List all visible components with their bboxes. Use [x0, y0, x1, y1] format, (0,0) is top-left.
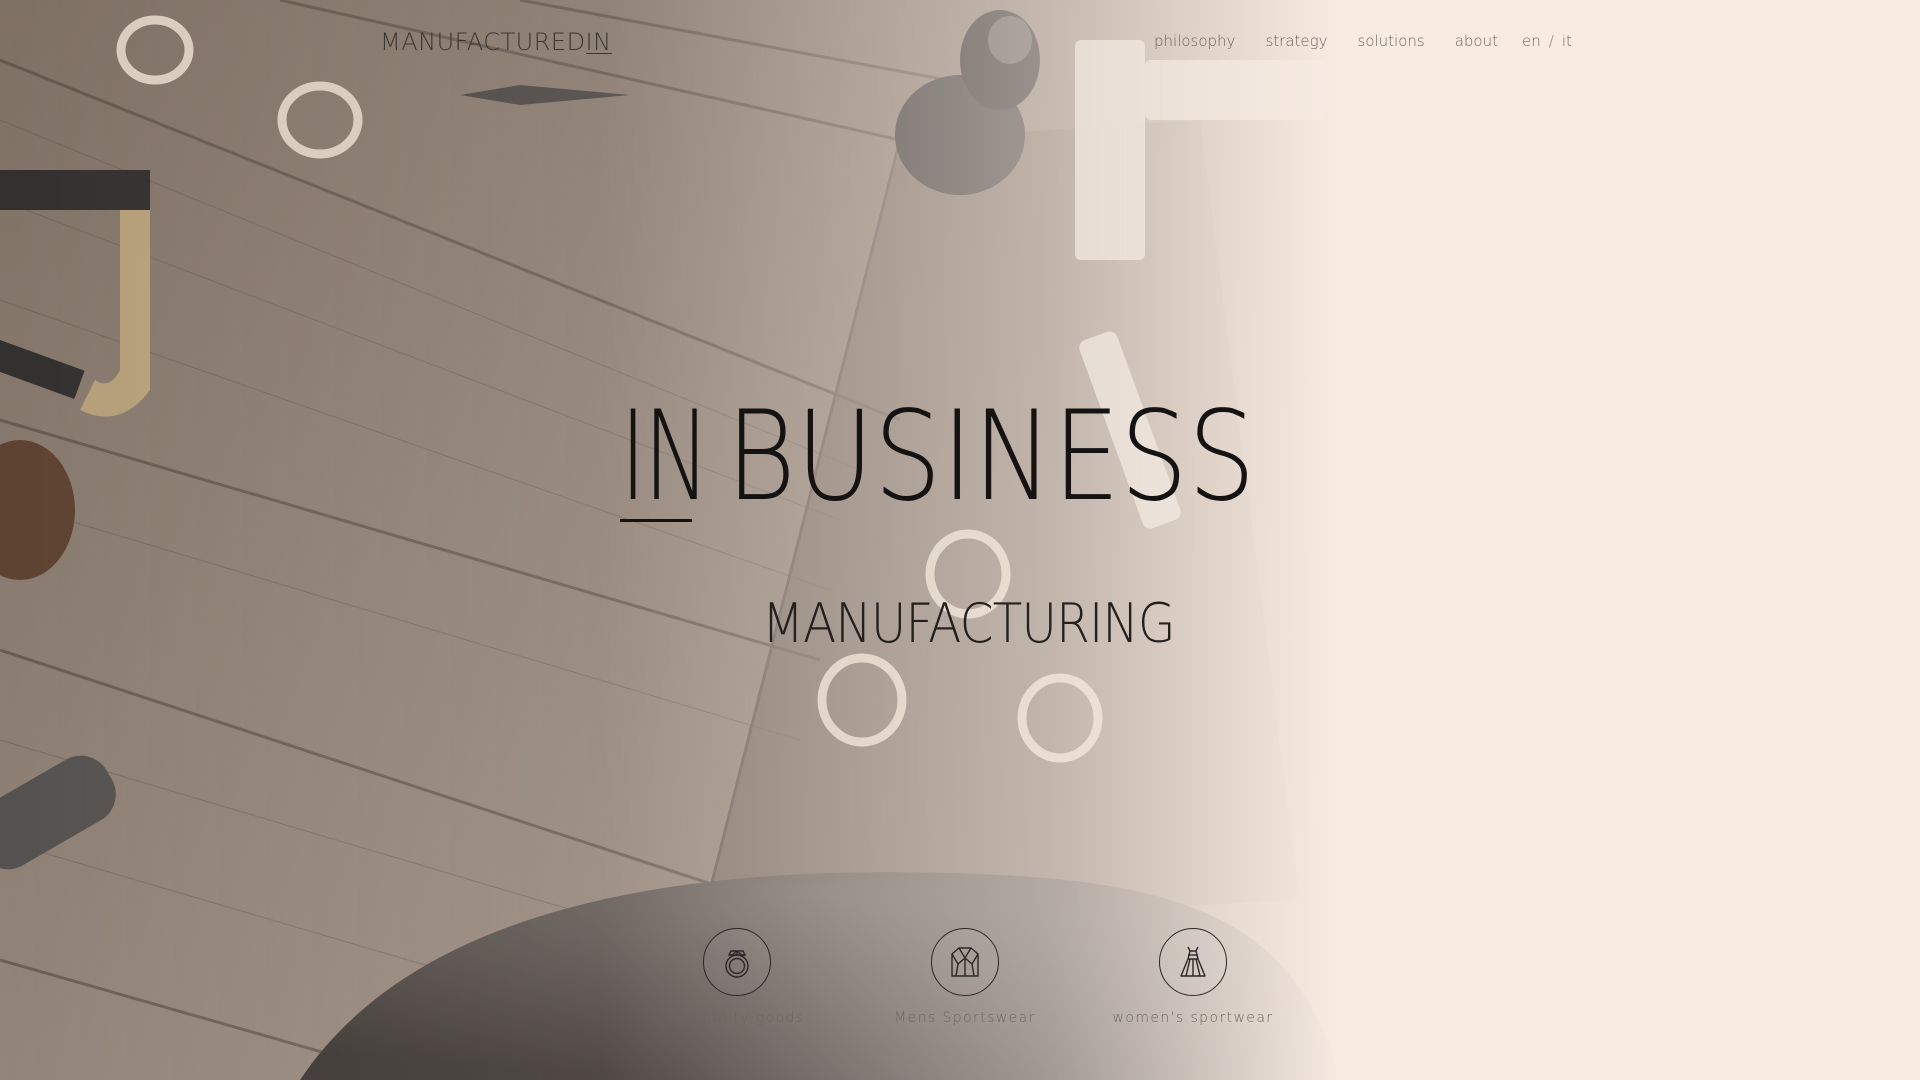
category-icon-circle: [703, 928, 771, 996]
language-switcher: en / it: [1522, 32, 1572, 50]
page: MANUFACTURED IN philosophy strategy solu…: [0, 0, 1920, 1080]
hero-background-image: [0, 0, 1920, 1080]
category-label: women's sportwear: [1112, 1010, 1274, 1026]
site-header: MANUFACTURED IN philosophy strategy solu…: [0, 0, 1920, 90]
category-links: speciality goods Mens Sportswear women's…: [0, 928, 1920, 1048]
logo-text: MANUFACTURED: [380, 28, 586, 56]
site-logo[interactable]: MANUFACTURED IN: [380, 28, 612, 56]
jacket-icon: [951, 947, 979, 977]
category-icon-circle: [1159, 928, 1227, 996]
lang-en-link[interactable]: en: [1522, 32, 1541, 50]
nav-item-solutions[interactable]: solutions: [1358, 32, 1425, 50]
hero-title-in: IN: [620, 385, 710, 529]
main-nav: philosophy strategy solutions about en /…: [1154, 32, 1572, 50]
hero-title: IN BUSINESS: [620, 395, 1342, 522]
category-icon-circle: [931, 928, 999, 996]
category-mens-sportswear[interactable]: Mens Sportswear: [875, 928, 1055, 1026]
nav-item-strategy[interactable]: strategy: [1265, 32, 1327, 50]
hero-title-business: BUSINESS: [726, 385, 1256, 529]
nav-item-about[interactable]: about: [1455, 32, 1498, 50]
lang-separator: /: [1548, 32, 1554, 50]
hero-subtitle: MANUFACTURING: [762, 592, 1176, 655]
category-womens-sportwear[interactable]: women's sportwear: [1103, 928, 1283, 1026]
lang-it-link[interactable]: it: [1562, 32, 1572, 50]
ring-icon: [725, 950, 749, 978]
category-label: speciality goods: [669, 1010, 805, 1026]
category-speciality-goods[interactable]: speciality goods: [647, 928, 827, 1026]
category-label: Mens Sportswear: [894, 1010, 1036, 1026]
logo-in-mark: IN: [585, 28, 612, 56]
dress-icon: [1180, 946, 1206, 977]
nav-item-philosophy[interactable]: philosophy: [1154, 32, 1235, 50]
